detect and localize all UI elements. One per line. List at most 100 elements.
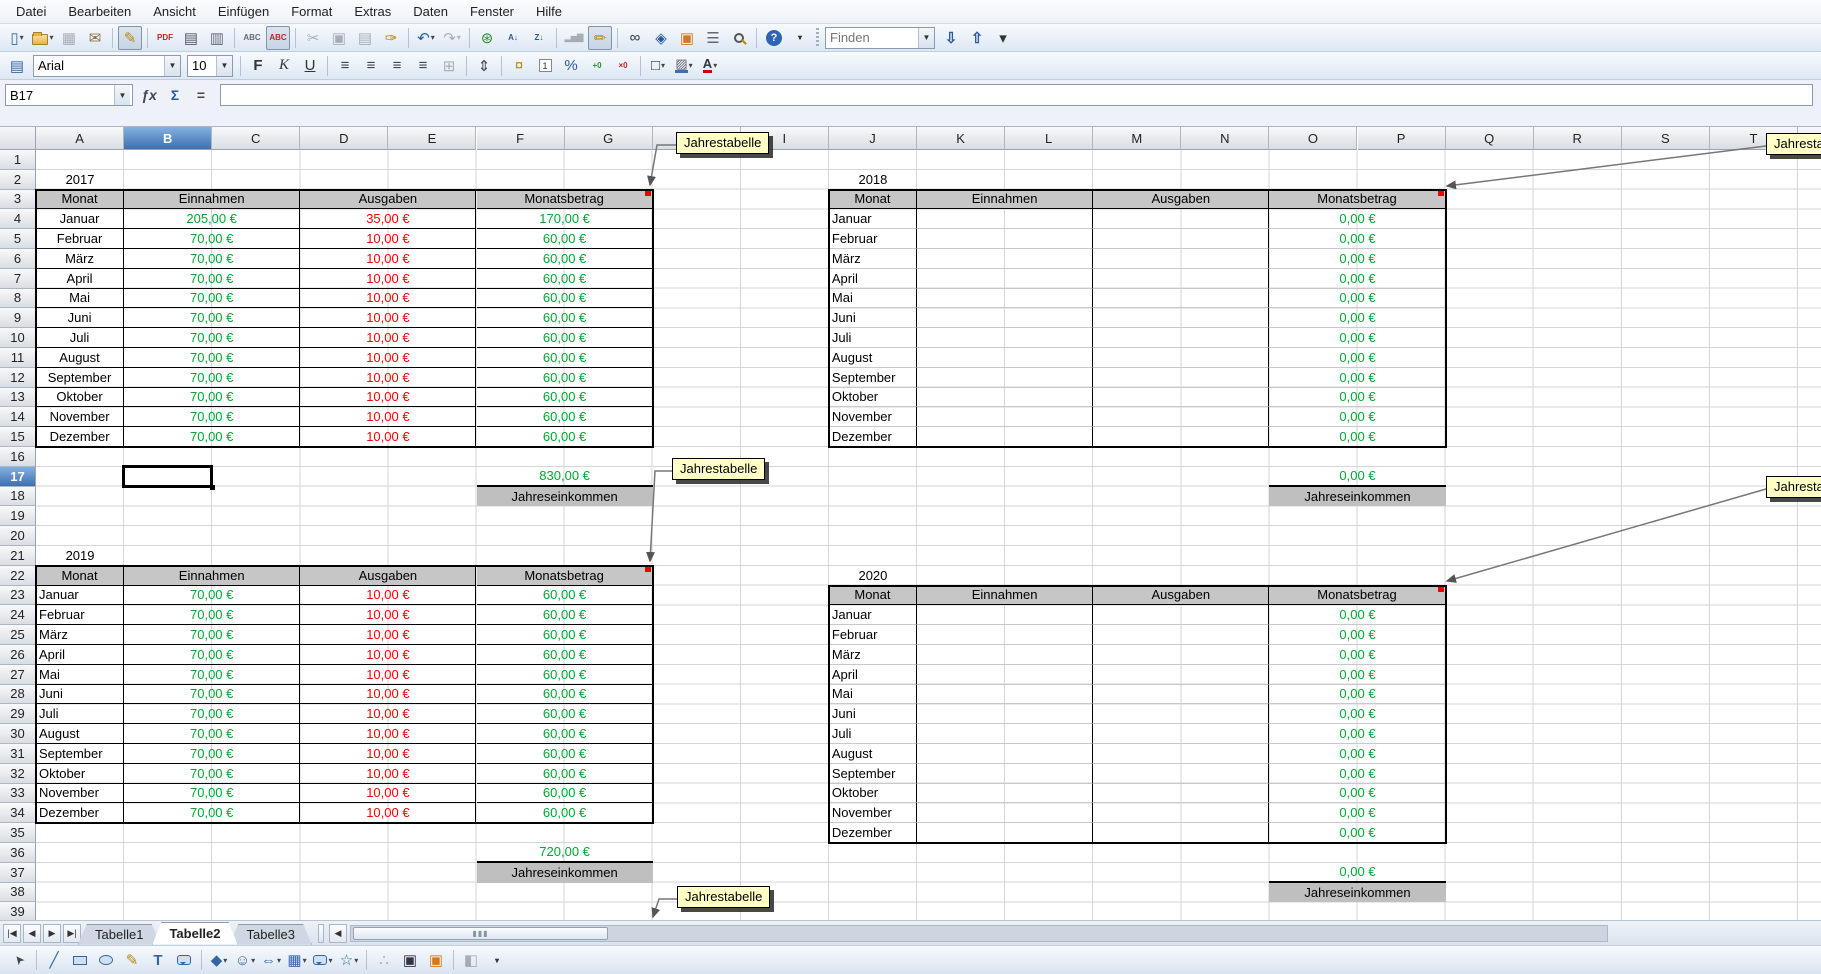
find-replace-icon[interactable]: ∞ [623,26,647,50]
table-2019-month-august[interactable]: August [36,724,124,744]
table-2019-einnahmen-value[interactable]: 70,00 € [124,625,300,645]
table-2017-monatsbetrag-value[interactable]: 60,00 € [477,407,653,427]
table-2019-einnahmen-value[interactable]: 70,00 € [124,665,300,685]
table-2018-month-august[interactable]: August [829,348,917,368]
table-2020-month-oktober[interactable]: Oktober [829,784,917,804]
table-2019-ausgaben-value[interactable]: 10,00 € [300,665,476,685]
table-2018-einnahmen-value[interactable] [917,348,1093,368]
font-size-input[interactable] [188,57,216,75]
table-2020-monatsbetrag-value[interactable]: 0,00 € [1269,685,1445,705]
table-2020-ausgaben-value[interactable] [1093,744,1269,764]
table-2020-month-juli[interactable]: Juli [829,724,917,744]
table-2017-einnahmen-value[interactable]: 70,00 € [124,388,300,408]
table-2019-monatsbetrag-value[interactable]: 60,00 € [477,764,653,784]
table-2017-month-september[interactable]: September [36,368,124,388]
year-label-2018[interactable]: 2018 [829,170,917,190]
table-2017-total-value[interactable]: 830,00 € [477,467,653,487]
table-2017-ausgaben-value[interactable]: 10,00 € [300,328,476,348]
table-2020-monatsbetrag-value[interactable]: 0,00 € [1269,803,1445,823]
table-2018-month-februar[interactable]: Februar [829,229,917,249]
table-2017-einnahmen-value[interactable]: 70,00 € [124,249,300,269]
table-2019-month-juli[interactable]: Juli [36,704,124,724]
table-2020-einnahmen-value[interactable] [917,823,1093,843]
table-2018-ausgaben-value[interactable] [1093,289,1269,309]
table-2018-month-oktober[interactable]: Oktober [829,388,917,408]
table-2017-ausgaben-value[interactable]: 10,00 € [300,308,476,328]
table-2018-month-dezember[interactable]: Dezember [829,427,917,447]
sum-icon[interactable]: Σ [164,84,186,106]
tab-scrollbar-splitter[interactable] [318,924,324,943]
flowchart-icon-dropdown[interactable]: ▾ [303,956,307,965]
column-header-K[interactable]: K [917,127,1005,150]
table-2017-month-august[interactable]: August [36,348,124,368]
row-header-30[interactable]: 30 [0,724,36,744]
row-header-17[interactable]: 17 [0,467,36,487]
callout-icon[interactable] [172,948,196,972]
help-icon[interactable]: ? [762,26,786,50]
row-header-39[interactable]: 39 [0,902,36,920]
sort-descending-icon[interactable]: Z↓ [527,26,551,50]
find-box[interactable]: ▼ [825,27,935,49]
row-header-10[interactable]: 10 [0,328,36,348]
table-2019-einnahmen-value[interactable]: 70,00 € [124,704,300,724]
row-header-32[interactable]: 32 [0,764,36,784]
navigator-icon[interactable]: ◈ [649,26,673,50]
add-decimal-icon[interactable]: +0 [585,54,609,78]
font-size-dropdown-icon[interactable]: ▼ [216,56,232,76]
table-2019-ausgaben-value[interactable]: 10,00 € [300,784,476,804]
table-2017-einnahmen-value[interactable]: 70,00 € [124,328,300,348]
table-2017-month-dezember[interactable]: Dezember [36,427,124,447]
hyperlink-icon[interactable]: ⊛ [475,26,499,50]
table-2019-monatsbetrag-value[interactable]: 60,00 € [477,704,653,724]
table-2017-month-märz[interactable]: März [36,249,124,269]
column-header-O[interactable]: O [1269,127,1357,150]
table-2019-ausgaben-value[interactable]: 10,00 € [300,803,476,823]
find-previous-icon[interactable]: ⇧ [965,26,989,50]
row-header-15[interactable]: 15 [0,427,36,447]
table-2017-header-einnahmen[interactable]: Einnahmen [124,190,300,210]
table-2019-total-label[interactable]: Jahreseinkommen [477,863,653,883]
table-2020-month-april[interactable]: April [829,665,917,685]
table-2018-monatsbetrag-value[interactable]: 0,00 € [1269,368,1445,388]
table-2017-header-monat[interactable]: Monat [36,190,124,210]
date-format-icon[interactable]: 1 [533,54,557,78]
table-2017-einnahmen-value[interactable]: 70,00 € [124,407,300,427]
table-2017-ausgaben-value[interactable]: 10,00 € [300,368,476,388]
table-2017-ausgaben-value[interactable]: 10,00 € [300,388,476,408]
format-paintbrush-icon[interactable]: ✑ [379,26,403,50]
table-2020-total-value[interactable]: 0,00 € [1269,863,1445,883]
line-spacing-icon[interactable]: ⇕ [472,54,496,78]
table-2018-einnahmen-value[interactable] [917,229,1093,249]
table-2017-ausgaben-value[interactable]: 10,00 € [300,269,476,289]
table-2020-ausgaben-value[interactable] [1093,823,1269,843]
findbar-overflow-icon[interactable]: ▾ [991,26,1015,50]
table-2018-einnahmen-value[interactable] [917,328,1093,348]
table-2017-monatsbetrag-value[interactable]: 60,00 € [477,269,653,289]
table-2020-month-mai[interactable]: Mai [829,685,917,705]
column-header-Q[interactable]: Q [1446,127,1534,150]
row-header-28[interactable]: 28 [0,685,36,705]
spellcheck-icon[interactable]: ABC [240,26,264,50]
row-header-5[interactable]: 5 [0,229,36,249]
table-2020-header-monatsbetrag[interactable]: Monatsbetrag [1269,586,1445,606]
row-header-27[interactable]: 27 [0,665,36,685]
table-2020-monatsbetrag-value[interactable]: 0,00 € [1269,724,1445,744]
cell-reference-input[interactable] [6,86,114,104]
stars-icon[interactable]: ☆▾ [337,948,361,972]
table-2020-einnahmen-value[interactable] [917,803,1093,823]
table-2018-month-april[interactable]: April [829,269,917,289]
table-2020-ausgaben-value[interactable] [1093,803,1269,823]
row-header-36[interactable]: 36 [0,843,36,863]
column-header-D[interactable]: D [300,127,388,150]
row-header-20[interactable]: 20 [0,526,36,546]
table-2018-einnahmen-value[interactable] [917,368,1093,388]
column-header-L[interactable]: L [1005,127,1093,150]
table-2020-ausgaben-value[interactable] [1093,704,1269,724]
table-2020-monatsbetrag-value[interactable]: 0,00 € [1269,823,1445,843]
table-2017-einnahmen-value[interactable]: 70,00 € [124,289,300,309]
datasources-icon[interactable]: ☰ [701,26,725,50]
background-color-icon-dropdown[interactable]: ▾ [689,61,693,70]
year-label-2019[interactable]: 2019 [36,546,124,566]
table-2018-ausgaben-value[interactable] [1093,269,1269,289]
table-2019-month-oktober[interactable]: Oktober [36,764,124,784]
